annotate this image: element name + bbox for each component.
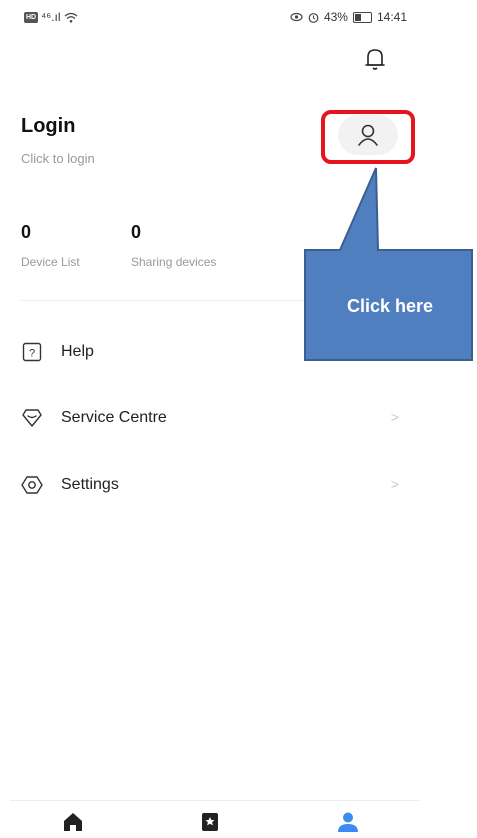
sharing-devices-label: Sharing devices — [131, 255, 217, 269]
bottom-nav-divider — [10, 800, 420, 801]
alarm-icon — [308, 12, 319, 23]
login-title[interactable]: Login — [21, 115, 75, 138]
tab-me[interactable] — [334, 810, 362, 834]
callout-shape — [304, 167, 473, 361]
bookmark-icon — [202, 813, 218, 831]
help-icon: ? — [21, 341, 43, 363]
stat-sharing-devices[interactable]: 0 Sharing devices — [131, 222, 216, 269]
device-count: 0 — [21, 222, 32, 242]
settings-icon — [21, 474, 43, 496]
status-bar-left: HD ⁴⁶.ıl — [24, 10, 78, 24]
device-list-label: Device List — [21, 255, 80, 269]
login-subtitle[interactable]: Click to login — [21, 151, 95, 166]
callout-text: Click here — [346, 296, 434, 316]
status-bar-right: 43% 14:41 — [290, 10, 407, 24]
service-centre-icon — [21, 407, 43, 429]
eye-comfort-icon — [290, 12, 303, 22]
battery-icon — [352, 11, 372, 23]
tab-home[interactable] — [59, 810, 87, 834]
clock-time: 14:41 — [376, 10, 407, 24]
chevron-right-icon: > — [390, 409, 399, 425]
menu-label: Help — [61, 343, 94, 360]
hd-badge: HD — [24, 11, 39, 23]
user-icon — [338, 812, 358, 832]
stat-device-list[interactable]: 0 Device List — [21, 222, 80, 269]
menu-label: Settings — [61, 476, 119, 493]
tab-scenes[interactable] — [196, 810, 224, 834]
notification-bell-icon[interactable] — [364, 46, 386, 72]
menu-label: Service Centre — [61, 409, 167, 426]
wifi-icon — [64, 12, 77, 23]
signal-icon: ⁴⁶.ıl — [41, 10, 61, 24]
home-icon — [64, 813, 82, 831]
menu-item-settings[interactable]: Settings > — [21, 470, 413, 500]
battery-percent: 43% — [323, 10, 348, 24]
svg-text:?: ? — [29, 348, 35, 360]
sharing-count: 0 — [131, 222, 142, 242]
menu-item-service-centre[interactable]: Service Centre > — [21, 403, 413, 433]
chevron-right-icon: > — [390, 476, 399, 492]
highlight-box — [321, 110, 415, 164]
